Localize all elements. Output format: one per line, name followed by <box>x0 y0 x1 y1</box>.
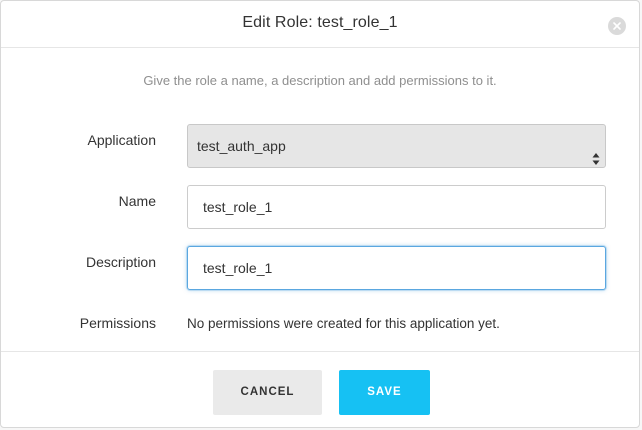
permissions-label: Permissions <box>79 315 156 331</box>
description-label: Description <box>85 254 156 270</box>
close-button[interactable] <box>608 17 626 35</box>
description-field[interactable]: test_role_1 <box>187 246 606 290</box>
dialog-title: Edit Role: test_role_1 <box>242 14 398 31</box>
cancel-button[interactable]: CANCEL <box>213 370 322 415</box>
select-arrows-icon <box>591 140 601 165</box>
save-button[interactable]: SAVE <box>339 370 430 415</box>
application-label: Application <box>87 132 157 148</box>
application-selected-value: test_auth_app <box>197 138 286 154</box>
description-field-value: test_role_1 <box>203 260 273 276</box>
name-field[interactable]: test_role_1 <box>187 185 606 229</box>
permissions-empty-message: No permissions were created for this app… <box>187 316 500 331</box>
dialog-footer: CANCEL SAVE <box>1 351 639 427</box>
application-select[interactable]: test_auth_app <box>187 124 606 168</box>
edit-role-dialog: Edit Role: test_role_1 Give the role a n… <box>0 0 640 428</box>
dialog-subtitle: Give the role a name, a description and … <box>143 73 497 88</box>
dialog-header: Edit Role: test_role_1 <box>1 1 639 48</box>
name-label: Name <box>118 193 156 209</box>
name-field-value: test_role_1 <box>203 199 273 215</box>
